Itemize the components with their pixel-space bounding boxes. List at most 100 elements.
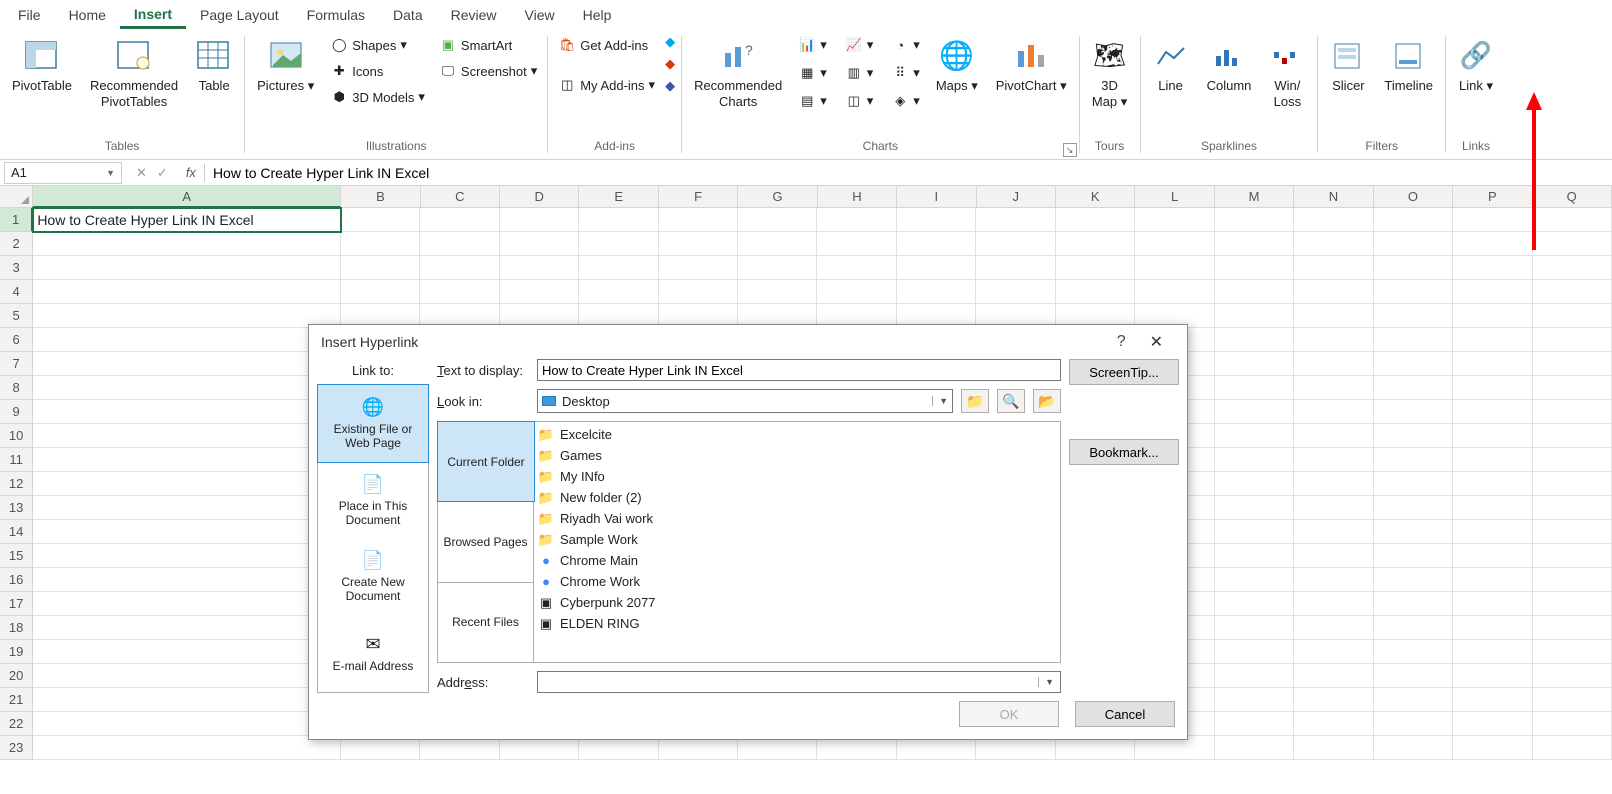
cell[interactable] [1374, 592, 1453, 616]
cell[interactable] [976, 256, 1055, 280]
cell[interactable] [1453, 544, 1532, 568]
maps-button[interactable]: 🌐 Maps ▾ [930, 34, 984, 98]
cell[interactable] [1374, 352, 1453, 376]
cell[interactable] [1453, 208, 1532, 232]
cell[interactable] [1215, 424, 1294, 448]
cell[interactable] [1533, 208, 1612, 232]
col-header[interactable]: O [1374, 186, 1453, 208]
linkto-item[interactable]: 🌐Existing File or Web Page [317, 384, 429, 463]
cell[interactable] [1533, 664, 1612, 688]
slicer-button[interactable]: Slicer [1324, 34, 1372, 98]
col-header[interactable]: H [818, 186, 897, 208]
browse-tab[interactable]: Current Folder [437, 421, 535, 502]
row-header[interactable]: 12 [0, 472, 33, 496]
cell[interactable] [1533, 688, 1612, 712]
col-header[interactable]: F [659, 186, 738, 208]
cell[interactable] [1453, 616, 1532, 640]
cell[interactable] [1215, 664, 1294, 688]
pictures-button[interactable]: Pictures ▾ [251, 34, 320, 98]
bookmark-button[interactable]: Bookmark... [1069, 439, 1179, 465]
cell[interactable] [33, 520, 340, 544]
cell[interactable] [1215, 544, 1294, 568]
cell[interactable] [1453, 328, 1532, 352]
visio-icon[interactable]: ◆ [665, 78, 675, 94]
cell[interactable] [1453, 568, 1532, 592]
cell[interactable] [1374, 568, 1453, 592]
ok-button[interactable]: OK [959, 701, 1059, 727]
cell[interactable] [579, 280, 658, 304]
cell[interactable] [420, 256, 499, 280]
cell[interactable] [1453, 352, 1532, 376]
cell[interactable] [1374, 424, 1453, 448]
cell[interactable] [1533, 352, 1612, 376]
cell[interactable] [1294, 640, 1373, 664]
cell[interactable] [33, 472, 340, 496]
cell[interactable] [1533, 448, 1612, 472]
row-header[interactable]: 7 [0, 352, 33, 376]
file-item[interactable]: 📁New folder (2) [536, 487, 1058, 508]
cell[interactable] [33, 376, 340, 400]
cell[interactable] [33, 424, 340, 448]
file-item[interactable]: 📁Games [536, 445, 1058, 466]
browse-tab[interactable]: Browsed Pages [438, 502, 534, 582]
row-header[interactable]: 17 [0, 592, 33, 616]
cell[interactable] [1294, 472, 1373, 496]
file-list[interactable]: 📁Excelcite📁Games📁My INfo📁New folder (2)📁… [534, 422, 1060, 662]
cell[interactable] [1215, 640, 1294, 664]
cell[interactable] [33, 736, 340, 760]
cell[interactable] [1294, 448, 1373, 472]
col-header[interactable]: J [977, 186, 1056, 208]
cell[interactable] [1215, 256, 1294, 280]
col-header[interactable]: C [421, 186, 500, 208]
row-header[interactable]: 21 [0, 688, 33, 712]
cell[interactable] [1294, 496, 1373, 520]
browse-web-button[interactable]: 🔍 [997, 389, 1025, 413]
enter-icon[interactable]: ✓ [157, 165, 168, 181]
cancel-icon[interactable]: ✕ [136, 165, 147, 181]
rec-pivottables-button[interactable]: Recommended PivotTables [84, 34, 184, 113]
cell[interactable] [33, 544, 340, 568]
cell[interactable] [1374, 328, 1453, 352]
cell[interactable] [1215, 400, 1294, 424]
browse-file-button[interactable]: 📂 [1033, 389, 1061, 413]
cell[interactable] [1056, 280, 1135, 304]
cell[interactable] [1374, 448, 1453, 472]
cell[interactable] [33, 616, 340, 640]
my-addins-button[interactable]: ◫My Add-ins ▾ [554, 74, 659, 96]
cell[interactable] [1533, 736, 1612, 760]
cell[interactable] [341, 256, 420, 280]
cell[interactable] [1294, 232, 1373, 256]
col-header[interactable]: E [579, 186, 658, 208]
bing-icon[interactable]: ◆ [665, 34, 675, 50]
cell[interactable] [1215, 496, 1294, 520]
cell[interactable] [1215, 232, 1294, 256]
cell[interactable] [1453, 376, 1532, 400]
cell[interactable] [420, 280, 499, 304]
cell[interactable] [1056, 208, 1135, 232]
cell[interactable] [1294, 592, 1373, 616]
select-all-button[interactable] [0, 186, 33, 208]
col-header[interactable]: Q [1533, 186, 1612, 208]
cell[interactable] [1215, 304, 1294, 328]
pie-chart-button[interactable]: ◔▾ [887, 34, 924, 56]
cell[interactable] [1374, 280, 1453, 304]
cancel-button[interactable]: Cancel [1075, 701, 1175, 727]
cell[interactable] [1453, 280, 1532, 304]
row-header[interactable]: 15 [0, 544, 33, 568]
cell[interactable] [1453, 640, 1532, 664]
col-header[interactable]: A [33, 186, 341, 208]
scatter-chart-button[interactable]: ⠿▾ [887, 62, 924, 84]
address-input[interactable]: ▼ [537, 671, 1061, 693]
file-item[interactable]: 📁My INfo [536, 466, 1058, 487]
close-icon[interactable]: ✕ [1138, 332, 1175, 352]
file-item[interactable]: 📁Riyadh Vai work [536, 508, 1058, 529]
cell[interactable] [1453, 232, 1532, 256]
rec-charts-button[interactable]: ? Recommended Charts [688, 34, 788, 113]
cell[interactable] [33, 352, 340, 376]
row-header[interactable]: 9 [0, 400, 33, 424]
table-button[interactable]: Table [190, 34, 238, 98]
row-header[interactable]: 11 [0, 448, 33, 472]
cell[interactable] [420, 232, 499, 256]
stat-chart-button[interactable]: ▥▾ [841, 62, 878, 84]
cell[interactable] [33, 448, 340, 472]
